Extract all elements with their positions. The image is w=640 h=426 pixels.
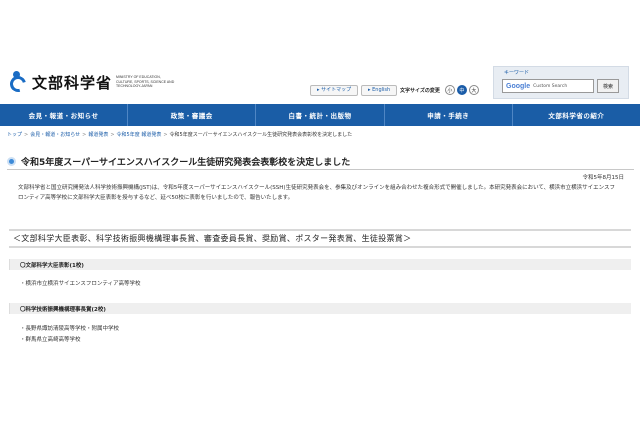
title-bullet-icon	[7, 156, 16, 166]
breadcrumb: トップ > 会見・報道・お知らせ > 報道発表 > 令和5年度 報道発表 > 令和5年度スーパー…	[7, 131, 352, 138]
page-title-row: 令和5年度スーパーサイエンスハイスクール生徒研究発表会表彰校を決定しました	[7, 153, 634, 169]
sitemap-link[interactable]: ▸ サイトマップ	[310, 84, 359, 96]
nav-item-press[interactable]: 会見・報道・お知らせ	[0, 104, 129, 126]
global-nav: 会見・報道・お知らせ 政策・審議会 白書・統計・出版物 申請・手続き 文部科学省…	[0, 104, 640, 126]
breadcrumb-link[interactable]: 令和5年度 報道発表	[117, 132, 162, 138]
page-title: 令和5年度スーパーサイエンスハイスクール生徒研究発表会表彰校を決定しました	[21, 157, 351, 168]
search-placeholder: Custom Search	[533, 83, 568, 89]
logo-text: 文部科学省	[32, 73, 113, 92]
arrow-right-icon: ▸	[368, 86, 371, 93]
list-item: ・群馬県立高崎高等学校	[20, 337, 81, 343]
font-size-large-button[interactable]: 大	[468, 85, 479, 95]
font-size-small-button[interactable]: 小	[444, 85, 455, 95]
breadcrumb-link[interactable]: 報道発表	[88, 132, 108, 138]
font-size-medium-button[interactable]: 中	[456, 85, 467, 95]
breadcrumb-separator: >	[110, 132, 115, 138]
search-panel: キーワード Google Custom Search 検索	[493, 66, 629, 99]
breadcrumb-link[interactable]: 会見・報道・お知らせ	[30, 132, 80, 138]
nav-item-policy[interactable]: 政策・審議会	[128, 104, 257, 126]
arrow-right-icon: ▸	[317, 86, 320, 93]
search-button[interactable]: 検索	[597, 79, 619, 93]
font-size-control: 文字サイズの変更 小 中 大	[400, 84, 479, 96]
font-size-label: 文字サイズの変更	[400, 87, 440, 94]
nav-item-about[interactable]: 文部科学省の紹介	[513, 104, 640, 126]
section-heading: 〇文部科学大臣表彰(1校)	[9, 259, 631, 270]
breadcrumb-separator: >	[163, 132, 168, 138]
mext-logo-icon	[7, 71, 29, 95]
publish-date: 令和5年8月15日	[582, 175, 625, 181]
mext-logo[interactable]: 文部科学省 MINISTRY OF EDUCATION, CULTURE, SP…	[7, 71, 176, 95]
search-input[interactable]: Google Custom Search	[502, 79, 594, 93]
breadcrumb-separator: >	[82, 132, 87, 138]
section-heading: 〇科学技術振興機構理事長賞(2校)	[9, 303, 631, 314]
site-header: 文部科学省 MINISTRY OF EDUCATION, CULTURE, SP…	[0, 0, 640, 104]
intro-paragraph: 文部科学省と国立研究開発法人科学技術振興機構(JST)は、令和5年度スーパーサイ…	[18, 185, 615, 201]
breadcrumb-separator: >	[24, 132, 29, 138]
google-logo: Google	[506, 82, 531, 90]
english-link[interactable]: ▸ English	[361, 84, 398, 96]
nav-item-applications[interactable]: 申請・手続き	[385, 104, 513, 126]
list-item: ・長野県諏訪清陵高等学校・附属中学校	[20, 326, 120, 332]
awards-banner: ＜文部科学大臣表彰、科学技術振興機構理事長賞、審査委員長賞、奨励賞、ポスター発表…	[9, 229, 631, 248]
breadcrumb-current: 令和5年度スーパーサイエンスハイスクール生徒研究発表会表彰校を決定しました	[169, 132, 353, 138]
breadcrumb-link[interactable]: トップ	[7, 132, 22, 138]
nav-item-publications[interactable]: 白書・統計・出版物	[256, 104, 385, 126]
title-divider	[7, 169, 634, 170]
logo-subtitle: MINISTRY OF EDUCATION, CULTURE, SPORTS, …	[116, 75, 175, 89]
list-item: ・横浜市立横浜サイエンスフロンティア高等学校	[20, 281, 141, 287]
keyword-label: キーワード	[504, 70, 530, 76]
